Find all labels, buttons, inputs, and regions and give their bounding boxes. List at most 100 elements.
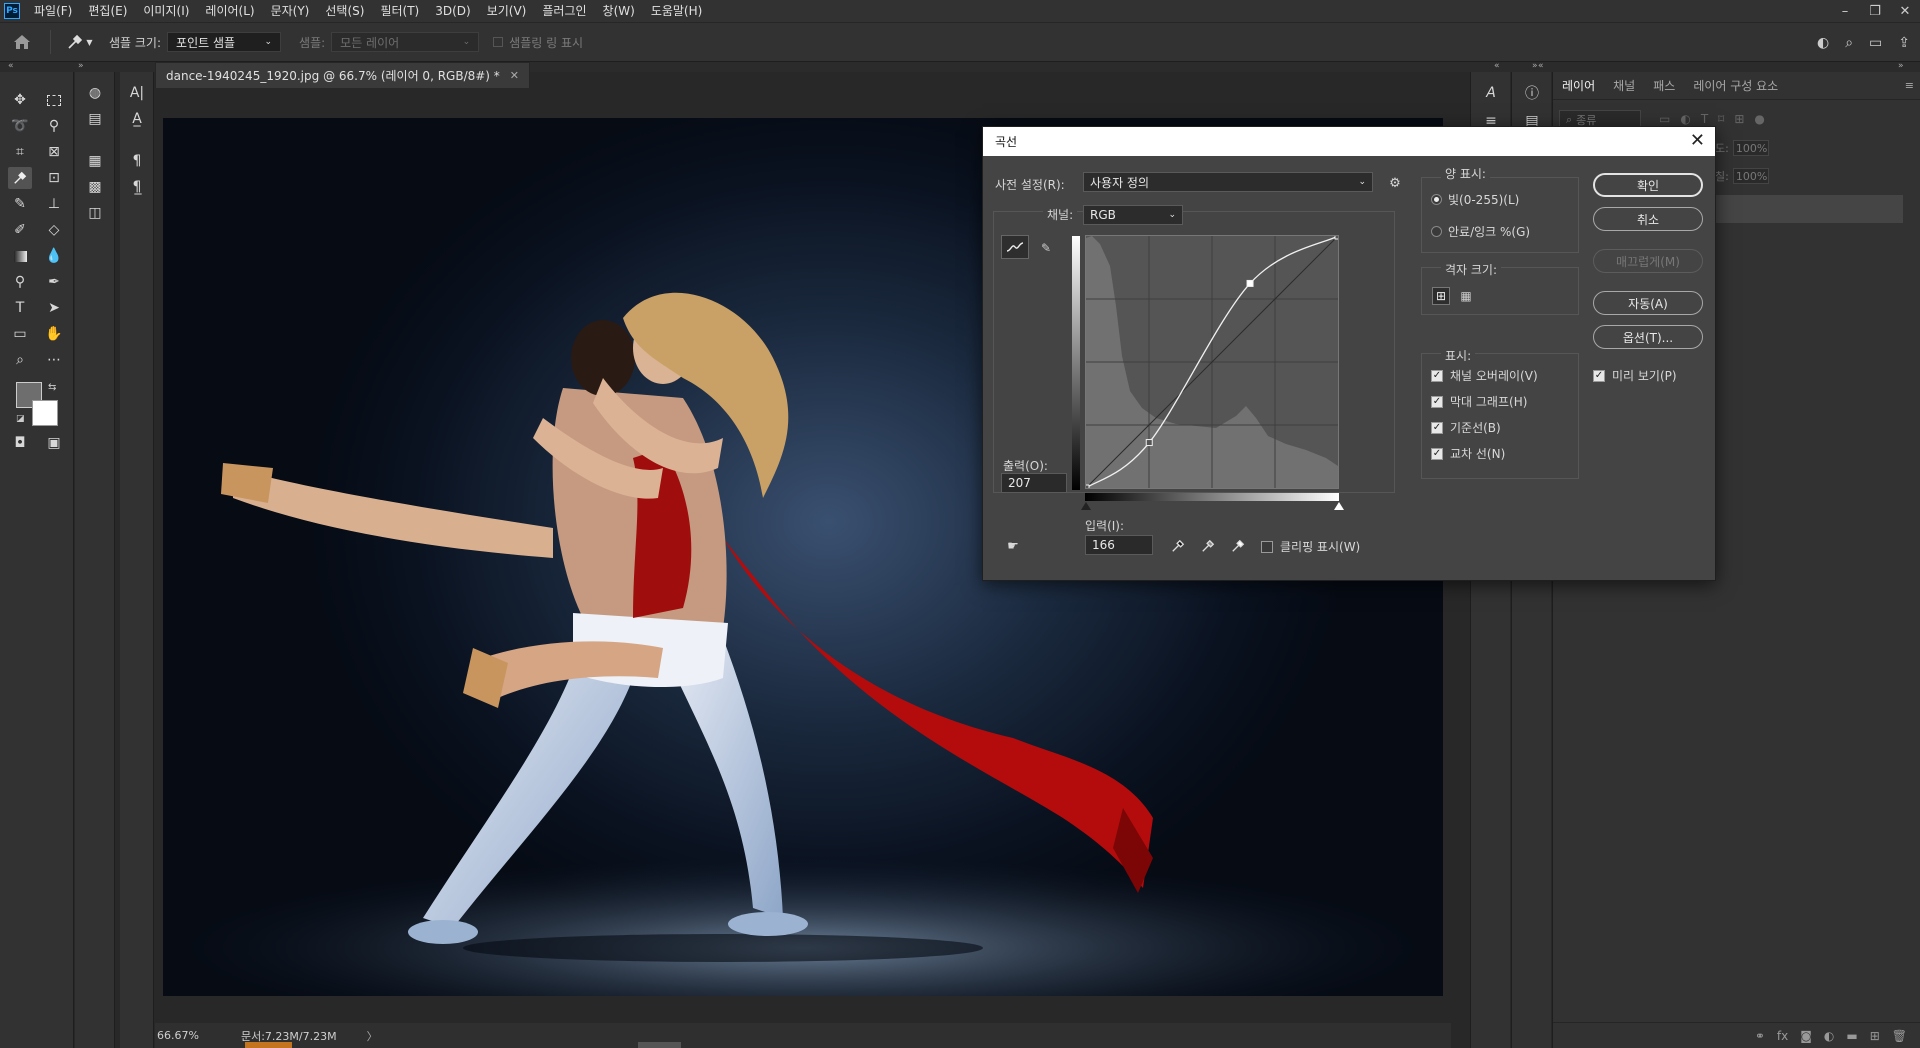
character-icon[interactable]: A| <box>125 82 149 104</box>
new-layer-icon[interactable]: ⊞ <box>1870 1029 1880 1043</box>
background-color-swatch[interactable] <box>32 400 58 426</box>
pencil-icon[interactable]: ✎ <box>1035 237 1057 259</box>
gradient-panel-icon[interactable]: ▤ <box>83 108 107 130</box>
sample-select[interactable]: 모든 레이어 ⌄ <box>331 32 480 52</box>
tab-layer-comps[interactable]: 레이어 구성 요소 <box>1684 77 1787 94</box>
gradient-tool-icon[interactable] <box>8 245 32 267</box>
menu-image[interactable]: 이미지(I) <box>135 0 197 22</box>
new-group-icon[interactable]: ▬ <box>1846 1029 1857 1043</box>
hand-tool-icon[interactable]: ✋ <box>42 323 66 345</box>
menu-file[interactable]: 파일(F) <box>26 0 80 22</box>
frame-tool-icon[interactable]: ⊠ <box>42 141 66 163</box>
options-button[interactable]: 옵션(T)... <box>1593 325 1703 349</box>
radio-light[interactable]: 빛(0-255)(L) <box>1431 191 1519 208</box>
smooth-button[interactable]: 매끄럽게(M) <box>1593 249 1703 273</box>
type-filter-icon[interactable]: T <box>1701 112 1708 126</box>
history-brush-tool-icon[interactable]: ✐ <box>8 219 32 241</box>
preview-checkbox[interactable]: ✓ 미리 보기(P) <box>1593 367 1677 384</box>
tab-layers[interactable]: 레이어 <box>1553 77 1604 94</box>
auto-button[interactable]: 자동(A) <box>1593 291 1703 315</box>
magic-wand-tool-icon[interactable]: ⚲ <box>42 115 66 137</box>
input-input[interactable]: 166 <box>1085 535 1153 555</box>
baseline-checkbox[interactable]: ✓ 기준선(B) <box>1431 419 1501 436</box>
panel-menu-icon[interactable]: ≡ <box>1905 79 1914 92</box>
more-tools-icon[interactable]: ⋯ <box>42 349 66 371</box>
output-input[interactable]: 207 <box>1001 473 1067 493</box>
menu-edit[interactable]: 편집(E) <box>80 0 135 22</box>
close-tab-icon[interactable]: ✕ <box>510 69 519 82</box>
show-ring-checkbox[interactable] <box>493 37 504 47</box>
glyphs-icon[interactable]: A <box>1479 82 1503 104</box>
info-icon[interactable]: ⓘ <box>1520 82 1544 104</box>
lasso-tool-icon[interactable]: ➰ <box>8 115 32 137</box>
expand-right-icon[interactable]: » <box>78 61 84 71</box>
grid-icon[interactable]: ▩ <box>83 176 107 198</box>
chevron-right-icon[interactable]: 〉 <box>367 1028 378 1044</box>
menu-filter[interactable]: 필터(T) <box>372 0 427 22</box>
healing-tool-icon[interactable]: ⊡ <box>42 167 66 189</box>
collapse-left-icon[interactable]: « <box>1538 61 1544 71</box>
move-tool-icon[interactable]: ✥ <box>8 89 32 111</box>
expand-right-icon[interactable]: » <box>1532 61 1538 71</box>
tab-paths[interactable]: 패스 <box>1644 77 1684 94</box>
eraser-tool-icon[interactable]: ◇ <box>42 219 66 241</box>
black-eyedropper-icon[interactable] <box>1169 537 1187 555</box>
collapse-left-icon[interactable]: « <box>8 61 14 71</box>
pen-tool-icon[interactable]: ✒ <box>42 271 66 293</box>
table-icon[interactable]: ▦ <box>83 150 107 172</box>
opacity-input[interactable]: 100% <box>1732 140 1769 156</box>
sample-size-select[interactable]: 포인트 샘플 ⌄ <box>167 32 282 52</box>
menu-type[interactable]: 문자(Y) <box>263 0 318 22</box>
blur-tool-icon[interactable]: 💧 <box>42 245 66 267</box>
curve-control-point[interactable] <box>1334 232 1342 240</box>
link-layers-icon[interactable]: ⚭ <box>1755 1029 1765 1043</box>
radio-pigment[interactable]: 안료/잉크 %(G) <box>1431 223 1530 240</box>
ok-button[interactable]: 확인 <box>1593 173 1703 197</box>
menu-view[interactable]: 보기(V) <box>479 0 535 22</box>
adjustment-layer-icon[interactable]: ◐ <box>1824 1029 1834 1043</box>
type-tool-icon[interactable]: T <box>8 297 32 319</box>
collapse-left-icon[interactable]: « <box>1494 61 1500 71</box>
adjustment-filter-icon[interactable]: ◐ <box>1680 112 1690 126</box>
marquee-tool-icon[interactable] <box>42 89 66 111</box>
smart-object-filter-icon[interactable]: ⊞ <box>1734 112 1744 126</box>
close-icon[interactable]: ✕ <box>1690 130 1705 151</box>
pixel-filter-icon[interactable]: ▭ <box>1659 112 1670 126</box>
menu-select[interactable]: 선택(S) <box>317 0 372 22</box>
stamp-tool-icon[interactable]: ⊥ <box>42 193 66 215</box>
preset-select[interactable]: 사용자 정의 ⌄ <box>1083 172 1373 192</box>
add-mask-icon[interactable]: ◙ <box>1800 1029 1812 1043</box>
on-image-adjust-icon[interactable]: ☛ <box>1003 537 1023 555</box>
simple-grid-icon[interactable]: ⊞ <box>1432 287 1450 305</box>
intersection-checkbox[interactable]: ✓ 교차 선(N) <box>1431 445 1505 462</box>
minimize-icon[interactable]: – <box>1830 0 1860 22</box>
menu-help[interactable]: 도움말(H) <box>643 0 711 22</box>
paragraph-icon[interactable]: ¶ <box>125 150 149 172</box>
workspace-icon[interactable]: ▭ <box>1869 35 1882 51</box>
curve-control-point[interactable] <box>1246 279 1254 287</box>
fx-icon[interactable]: fx <box>1777 1029 1788 1043</box>
channel-overlay-checkbox[interactable]: ✓ 채널 오버레이(V) <box>1431 367 1538 384</box>
home-icon[interactable] <box>0 34 44 50</box>
eyedropper-tool-icon[interactable] <box>8 167 32 189</box>
menu-3d[interactable]: 3D(D) <box>427 0 478 22</box>
quick-mask-icon[interactable]: ◘ <box>8 432 32 454</box>
white-point-slider[interactable] <box>1334 502 1344 510</box>
crop-tool-icon[interactable]: ⌗ <box>8 141 32 163</box>
cloud-share-icon[interactable]: ◐ <box>1817 35 1829 51</box>
histogram-checkbox[interactable]: ✓ 막대 그래프(H) <box>1431 393 1527 410</box>
document-tab[interactable]: dance-1940245_1920.jpg @ 66.7% (레이어 0, R… <box>155 62 531 88</box>
dodge-tool-icon[interactable]: ⚲ <box>8 271 32 293</box>
zoom-level[interactable]: 66.67% <box>157 1029 199 1042</box>
filter-toggle-icon[interactable]: ● <box>1754 112 1764 126</box>
tab-channels[interactable]: 채널 <box>1604 77 1644 94</box>
curve-graph[interactable] <box>1082 232 1342 492</box>
gray-eyedropper-icon[interactable] <box>1199 537 1217 555</box>
close-window-icon[interactable]: ✕ <box>1890 0 1920 22</box>
paragraph-style-icon[interactable]: ¶̲ <box>125 176 149 198</box>
delete-layer-icon[interactable]: 🗑 <box>1892 1029 1907 1043</box>
black-point-slider[interactable] <box>1081 502 1091 510</box>
white-eyedropper-icon[interactable] <box>1229 537 1247 555</box>
detailed-grid-icon[interactable]: ▦ <box>1457 287 1475 305</box>
clipping-checkbox[interactable]: 클리핑 표시(W) <box>1261 538 1360 555</box>
